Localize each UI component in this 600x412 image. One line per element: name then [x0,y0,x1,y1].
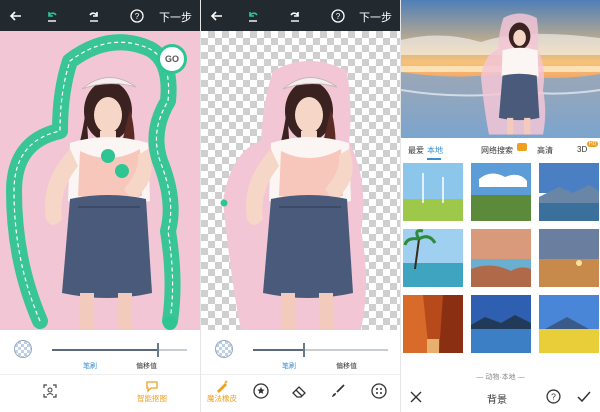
background-thumbnail[interactable] [403,295,463,353]
editing-canvas[interactable] [201,31,400,330]
help-circle-icon[interactable]: ? [127,6,147,26]
editing-canvas[interactable]: GO [0,31,200,330]
brush-slider-fill [52,349,157,351]
face-scan-icon [43,384,57,398]
more-button[interactable] [371,383,387,399]
brush-stroke [6,34,181,330]
go-label: GO [164,54,179,64]
svg-text:?: ? [336,12,341,21]
top-bar: ? 下一步 [201,0,400,31]
background-thumbnail[interactable] [539,163,599,221]
arrow-left-icon[interactable] [207,6,227,26]
tab-hd[interactable]: 高清 [537,145,553,156]
help-button[interactable]: ? [546,389,561,409]
panel-title: 背景 [487,395,507,406]
next-step-button[interactable]: 下一步 [159,9,192,25]
brush-slider-row: 笔刷 偏移值 [201,330,400,374]
background-tabs: 最爱 本地 网络搜索 高清 3D HD [401,140,600,160]
svg-text:?: ? [551,392,556,402]
crown-badge-icon [517,143,527,151]
brush-preview-swatch[interactable] [215,340,233,358]
check-icon [577,391,591,403]
background-thumbnail[interactable] [471,229,531,287]
magic-eraser-button[interactable]: 魔法橡皮 [207,379,237,404]
section-caption: — 动物·本地 — [476,374,525,381]
star-circle-icon [253,383,269,399]
redo-icon[interactable] [84,6,104,26]
background-thumbnail[interactable] [403,229,463,287]
eraser-icon [292,386,306,398]
tab-3d[interactable]: 3D [577,145,587,154]
brush-button[interactable] [330,383,346,399]
background-preview [401,0,600,138]
arrow-left-icon[interactable] [6,6,26,26]
tab-web-search[interactable]: 网络搜索 [481,145,513,156]
top-bar: ? 下一步 [0,0,200,31]
smart-cutout-button[interactable]: 智能抠图 [137,379,167,404]
magic-eraser-icon [217,380,228,393]
hd-badge: HD [587,141,599,147]
brush-slider-row: 笔刷 偏移值 [0,330,200,374]
background-thumbnail[interactable] [471,295,531,353]
undo-icon[interactable] [42,6,62,26]
brush-icon [332,384,345,397]
restore-button[interactable] [253,383,269,399]
magic-eraser-panel: ? 下一步 笔刷 偏移值 魔法橡皮 [201,0,400,412]
active-tab-indicator [427,158,441,160]
help-circle-icon[interactable]: ? [328,6,348,26]
next-step-button[interactable]: 下一步 [359,9,392,25]
smart-cutout-label: 智能抠图 [137,394,167,403]
bottom-bar: 背景 ? [401,384,600,412]
brush-slider-thumb[interactable] [303,343,305,357]
more-grid-icon [371,383,387,399]
background-thumbnail[interactable] [539,229,599,287]
brush-slider-thumb[interactable] [157,343,159,357]
background-thumbnail[interactable] [539,295,599,353]
eraser-button[interactable] [291,384,307,398]
redo-icon[interactable] [285,6,305,26]
brush-label[interactable]: 笔刷 [83,361,97,371]
background-thumbnail[interactable] [471,163,531,221]
brush-slider[interactable] [253,343,388,357]
close-button[interactable] [409,390,423,409]
offset-label[interactable]: 偏移值 [336,361,357,371]
bottom-toolbar: 智能抠图 [0,374,200,412]
background-thumbnail[interactable] [403,163,463,221]
offset-label[interactable]: 偏移值 [136,361,157,371]
brush-slider-fill [253,349,303,351]
tab-favorites[interactable]: 最爱 [408,145,424,156]
brush-slider[interactable] [52,343,187,357]
undo-icon[interactable] [243,6,263,26]
cutout-subject [220,61,366,330]
bottom-toolbar: 魔法橡皮 [201,374,400,412]
magic-eraser-label: 魔法橡皮 [207,394,237,403]
confirm-button[interactable] [577,390,591,409]
help-circle-icon: ? [546,389,561,404]
brush-label[interactable]: 笔刷 [282,361,296,371]
svg-text:?: ? [135,12,140,21]
chat-bubble-icon [146,381,158,393]
brush-preview-swatch[interactable] [14,340,32,358]
background-picker-panel: 最爱 本地 网络搜索 高清 3D HD — 动物·本地 — 背景 ? [401,0,600,412]
close-icon [410,391,422,403]
face-scan-button[interactable] [43,384,57,398]
go-button[interactable]: GO [157,44,187,74]
tab-local[interactable]: 本地 [427,145,443,156]
smart-cutout-panel: ? 下一步 GO 笔刷 偏移值 智能抠图 [0,0,200,412]
